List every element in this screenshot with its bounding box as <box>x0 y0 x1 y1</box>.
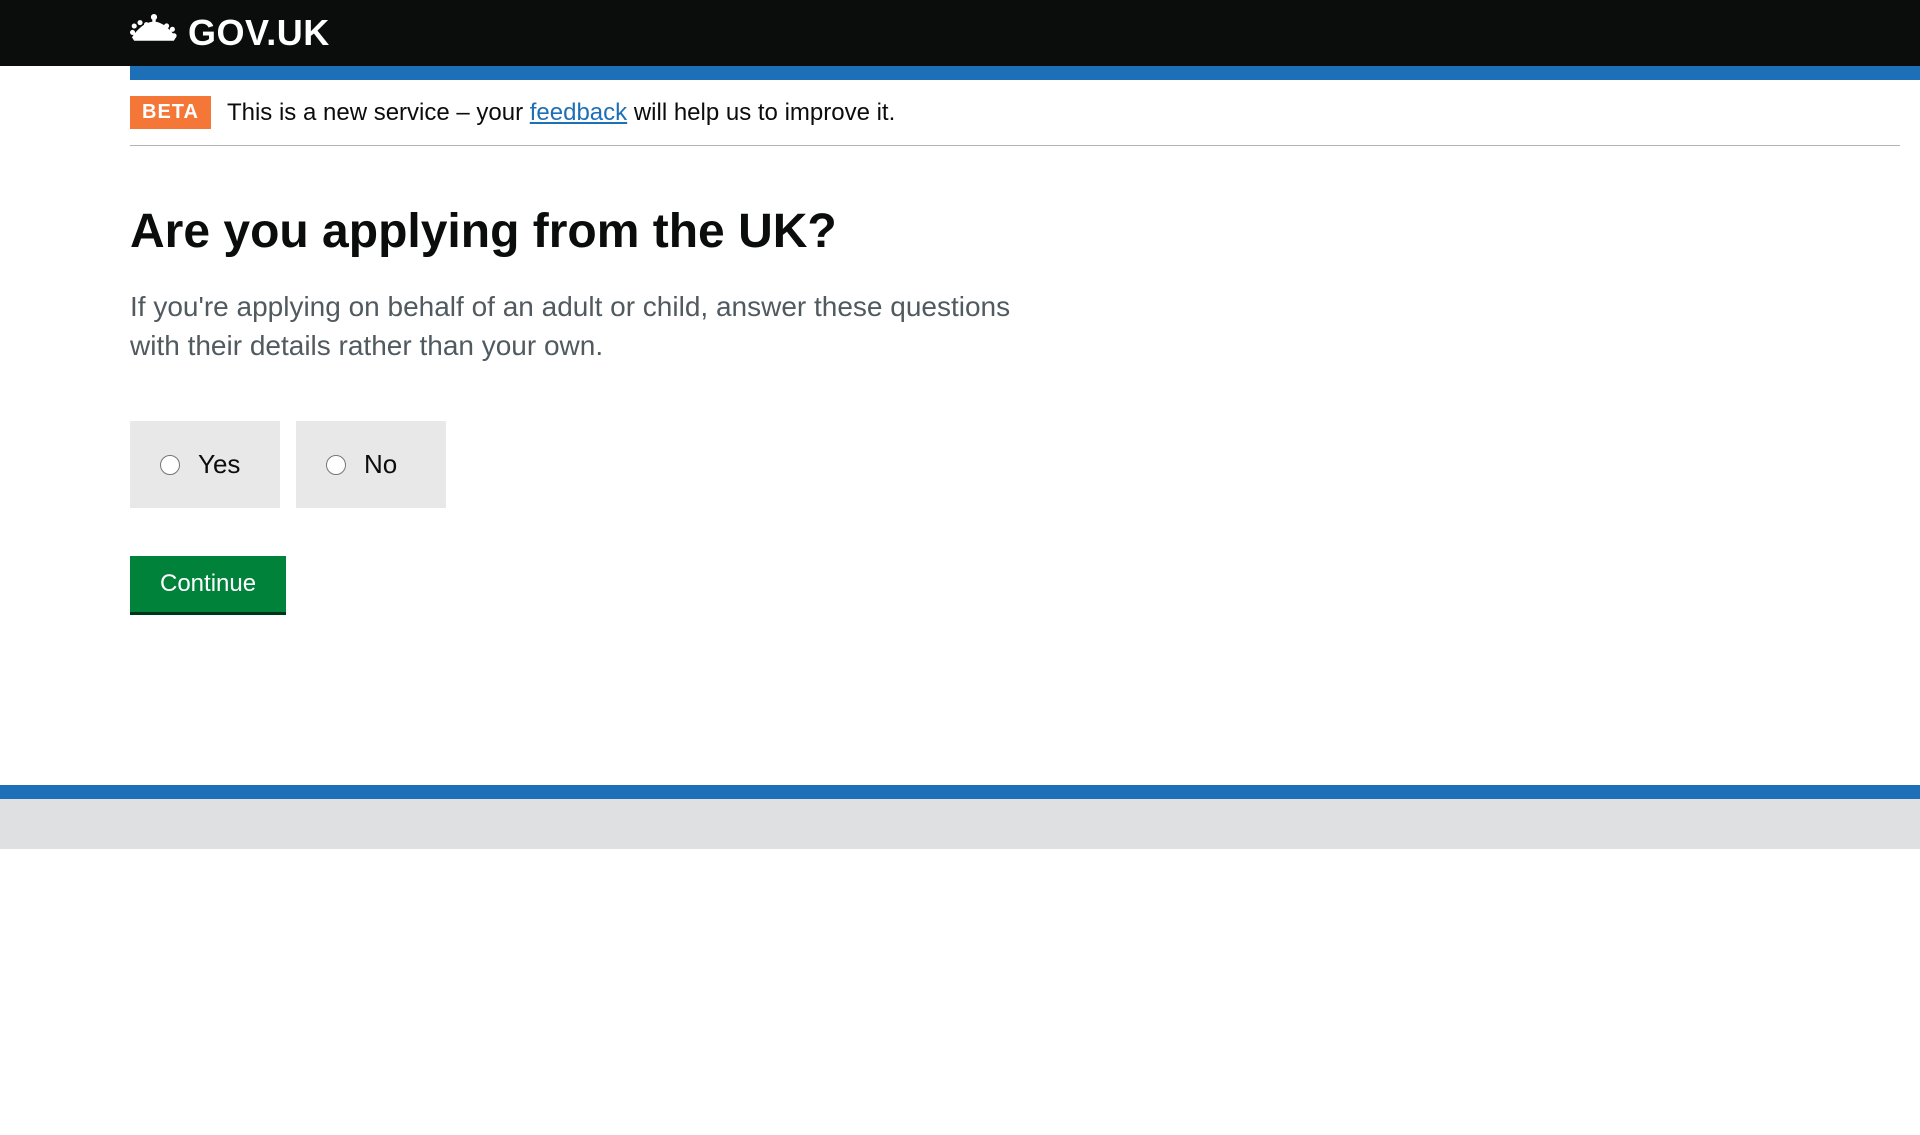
footer-accent-bar <box>0 785 1920 799</box>
beta-tag: BETA <box>130 96 211 129</box>
phase-banner-text: This is a new service – your feedback wi… <box>227 99 895 127</box>
page-hint: If you're applying on behalf of an adult… <box>130 287 1050 365</box>
radio-input-no[interactable] <box>326 455 346 475</box>
radio-option-yes[interactable]: Yes <box>130 421 280 508</box>
phase-text-before: This is a new service – your <box>227 99 530 126</box>
site-name[interactable]: GOV.UK <box>188 12 330 54</box>
continue-button[interactable]: Continue <box>130 556 286 615</box>
phase-banner: BETA This is a new service – your feedba… <box>130 80 1900 146</box>
main-content: Are you applying from the UK? If you're … <box>130 146 1090 615</box>
phase-text-after: will help us to improve it. <box>627 99 895 126</box>
header-accent-bar <box>130 66 1920 80</box>
page-heading: Are you applying from the UK? <box>130 206 1090 259</box>
crown-icon <box>130 14 178 52</box>
radio-group: Yes No <box>130 421 1090 508</box>
site-header: GOV.UK <box>0 0 1920 66</box>
radio-label-yes: Yes <box>198 449 240 480</box>
radio-option-no[interactable]: No <box>296 421 446 508</box>
footer-area <box>0 799 1920 849</box>
radio-input-yes[interactable] <box>160 455 180 475</box>
feedback-link[interactable]: feedback <box>530 99 627 126</box>
radio-label-no: No <box>364 449 397 480</box>
